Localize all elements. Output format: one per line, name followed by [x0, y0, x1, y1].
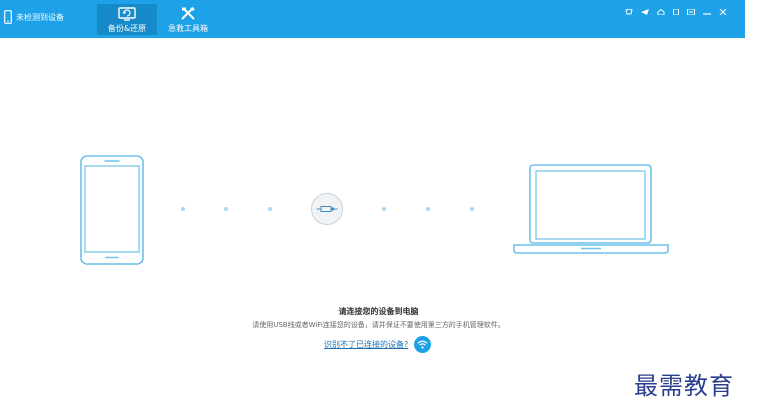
- connection-dot: [224, 207, 228, 211]
- home-icon[interactable]: [657, 0, 665, 16]
- window-controls: [625, 0, 727, 16]
- connect-device-instructions: 请使用USB线或者WiFi连接您的设备，请并保证不要使用第三方的手机管理软件。: [252, 321, 505, 329]
- wifi-connect-button[interactable]: [414, 335, 432, 353]
- wifi-icon: [417, 340, 428, 349]
- phone-icon: [4, 10, 12, 24]
- monitor-restore-icon: [118, 7, 136, 21]
- help-row: 识别不了已连接的设备?: [324, 335, 432, 353]
- connection-dot: [426, 207, 430, 211]
- top-bar: 未检测到设备 备份&还原 急救工具箱: [0, 0, 745, 38]
- usb-plug-icon: [316, 206, 338, 212]
- connection-dot: [181, 207, 185, 211]
- connection-dot: [268, 207, 272, 211]
- tab-emergency-toolbox-label: 急救工具箱: [168, 24, 208, 33]
- menu-icon[interactable]: [687, 0, 695, 16]
- watermark-logo: 最需教育: [634, 372, 734, 400]
- tab-emergency-toolbox[interactable]: 急救工具箱: [158, 4, 218, 35]
- device-status[interactable]: 未检测到设备: [4, 8, 64, 26]
- connection-dot: [470, 207, 474, 211]
- tab-backup-restore-label: 备份&还原: [107, 24, 147, 33]
- device-not-recognized-link[interactable]: 识别不了已连接的设备?: [324, 339, 408, 350]
- connect-device-title: 请连接您的设备到电脑: [338, 307, 419, 316]
- close-icon[interactable]: [719, 0, 727, 16]
- tab-backup-restore[interactable]: 备份&还原: [97, 4, 157, 35]
- skin-icon[interactable]: [625, 0, 633, 15]
- feedback-icon[interactable]: [641, 0, 649, 15]
- tools-icon: [181, 7, 195, 20]
- laptop-illustration: [513, 164, 669, 254]
- device-status-label: 未检测到设备: [16, 12, 64, 22]
- info-icon[interactable]: [673, 0, 679, 16]
- phone-illustration: [80, 155, 144, 265]
- usb-connector-badge: [311, 193, 343, 225]
- connection-dot: [382, 207, 386, 211]
- minimize-icon[interactable]: [703, 0, 711, 15]
